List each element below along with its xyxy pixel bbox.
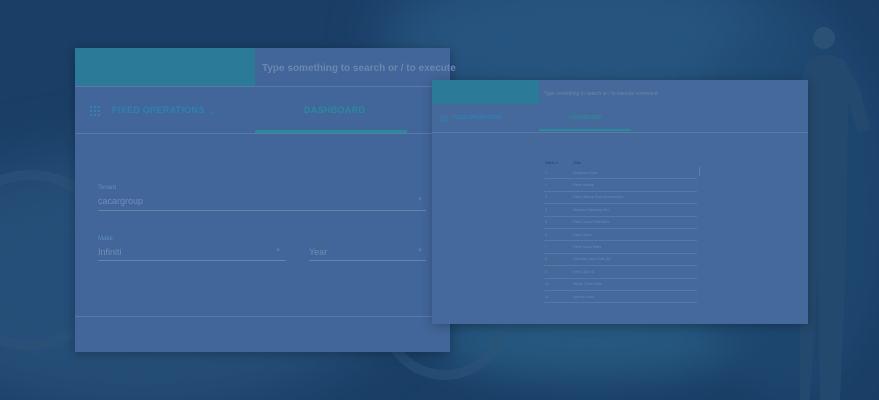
chevron-down-icon[interactable]: ⌄: [209, 106, 217, 117]
tenant-label: Tenant: [98, 185, 117, 191]
brand-header-block: [75, 48, 255, 86]
rank-cell: 1: [545, 170, 547, 175]
rank-cell: 11: [545, 294, 549, 299]
rank-cell: 4: [545, 207, 547, 212]
title-cell: Customer Lines: [573, 170, 598, 175]
apps-grid-icon[interactable]: [440, 115, 447, 122]
search-input[interactable]: Type something to search or / to execute…: [544, 91, 658, 97]
title-cell: Effective Labor Rate ($): [573, 257, 610, 262]
table-row[interactable]: 5 Parts Gross Profit Mark: [544, 217, 697, 229]
secondary-app-window: Type something to search or / to execute…: [432, 80, 808, 324]
title-cell: Revenue Warranty Rev: [573, 207, 610, 212]
table-row[interactable]: 10 Repair Order Rate: [544, 279, 697, 291]
dropdown-caret-icon[interactable]: ▼: [275, 248, 281, 254]
apps-grid-icon[interactable]: [89, 105, 101, 117]
rank-cell: 6: [545, 232, 547, 237]
tab-dashboard[interactable]: DASHBOARD: [304, 105, 365, 115]
title-cell: Parts Markup Goal Achievement: [573, 195, 624, 200]
table-row[interactable]: 1 Customer Lines: [544, 167, 697, 180]
table-header: Rank # Title: [544, 158, 697, 167]
table-row[interactable]: 2 Parts Markup: [544, 179, 697, 192]
column-header-title: Title: [573, 160, 582, 165]
table-row[interactable]: 8 Effective Labor Rate ($): [544, 254, 697, 267]
column-header-rank: Rank #: [545, 160, 559, 165]
table-row[interactable]: 11 Service Lines: [544, 291, 697, 304]
table-scrollbar[interactable]: [699, 167, 700, 176]
nav-title[interactable]: FIXED OPERATIONS: [112, 105, 205, 115]
table-row[interactable]: 9 Parts Labor $: [544, 266, 697, 279]
kpi-table: Rank # Title 1 Customer Lines 2 Parts Mark…: [544, 158, 700, 304]
title-cell: Parts Gross Profit Mark: [573, 220, 610, 225]
tab-active-indicator: [539, 129, 631, 131]
table-row[interactable]: 7 Parts Gross Sales: [544, 241, 697, 254]
title-cell: Parts Labor $: [573, 269, 595, 274]
search-input[interactable]: Type something to search or / to execute: [262, 63, 456, 74]
year-field[interactable]: Year: [309, 247, 327, 257]
title-cell: Repair Order Rate: [573, 282, 602, 287]
tenant-field[interactable]: cacargroup: [98, 196, 143, 206]
dropdown-caret-icon[interactable]: ▼: [417, 248, 423, 254]
table-body: 1 Customer Lines 2 Parts Markup 3 Parts Mar…: [544, 167, 697, 304]
title-cell: Parts Markup: [573, 183, 594, 188]
make-label: Make: [98, 236, 113, 242]
person-silhouette: [800, 27, 870, 400]
rank-cell: 7: [545, 245, 547, 250]
rank-cell: 8: [545, 257, 547, 262]
rank-cell: 2: [545, 183, 547, 188]
chevron-down-icon[interactable]: ⌄: [512, 115, 516, 121]
brand-header-block: [432, 80, 539, 104]
rank-cell: 9: [545, 269, 547, 274]
rank-cell: 10: [545, 282, 549, 287]
title-cell: Service Lines: [573, 294, 595, 299]
dropdown-caret-icon[interactable]: ▼: [417, 197, 423, 203]
table-row[interactable]: 4 Revenue Warranty Rev: [544, 204, 697, 217]
title-cell: Labor Sales: [573, 232, 592, 237]
nav-title[interactable]: FIXED OPERATIONS: [453, 115, 502, 121]
table-row[interactable]: 6 Labor Sales: [544, 229, 697, 242]
title-cell: Parts Gross Sales: [573, 245, 602, 250]
make-field[interactable]: Infiniti: [98, 247, 122, 257]
rank-cell: 5: [545, 220, 547, 225]
main-app-window: Type something to search or / to execute…: [75, 48, 456, 352]
rank-cell: 3: [545, 195, 547, 200]
tab-dashboard[interactable]: DASHBOARD: [569, 115, 602, 121]
table-row[interactable]: 3 Parts Markup Goal Achievement: [544, 192, 697, 205]
